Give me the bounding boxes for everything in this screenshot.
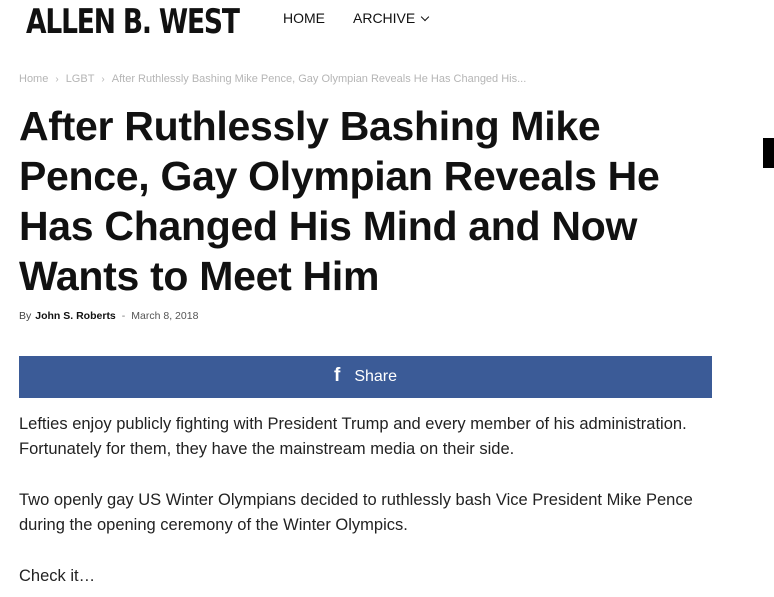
- breadcrumb: Home › LGBT › After Ruthlessly Bashing M…: [19, 73, 526, 85]
- byline-separator: -: [121, 310, 126, 322]
- main-nav: HOME ARCHIVE: [283, 10, 456, 26]
- breadcrumb-category[interactable]: LGBT: [66, 73, 95, 85]
- breadcrumb-separator: ›: [55, 73, 59, 85]
- share-label: Share: [354, 368, 398, 385]
- breadcrumb-current: After Ruthlessly Bashing Mike Pence, Gay…: [111, 73, 527, 85]
- article-paragraph: Two openly gay US Winter Olympians decid…: [19, 491, 693, 534]
- side-panel-tab[interactable]: [763, 138, 774, 168]
- byline-label: By: [19, 310, 32, 322]
- facebook-icon: f: [333, 365, 341, 386]
- nav-home[interactable]: HOME: [283, 10, 325, 26]
- nav-archive[interactable]: ARCHIVE: [353, 10, 430, 26]
- facebook-share-button[interactable]: f Share: [19, 356, 712, 398]
- breadcrumb-separator: ›: [101, 73, 105, 85]
- article-paragraph: Lefties enjoy publicly fighting with Pre…: [19, 415, 687, 458]
- nav-archive-label: ARCHIVE: [353, 10, 416, 26]
- nav-home-label: HOME: [283, 10, 325, 26]
- article-byline: By John S. Roberts - March 8, 2018: [19, 310, 198, 322]
- article-title: After Ruthlessly Bashing Mike Pence, Gay…: [19, 103, 660, 299]
- chevron-down-icon: [420, 12, 430, 21]
- breadcrumb-home[interactable]: Home: [19, 73, 48, 85]
- author-link[interactable]: John S. Roberts: [35, 310, 116, 322]
- site-logo[interactable]: ALLEN B. WEST: [26, 0, 240, 44]
- article-paragraph: Check it…: [19, 567, 96, 585]
- publish-date: March 8, 2018: [131, 310, 199, 322]
